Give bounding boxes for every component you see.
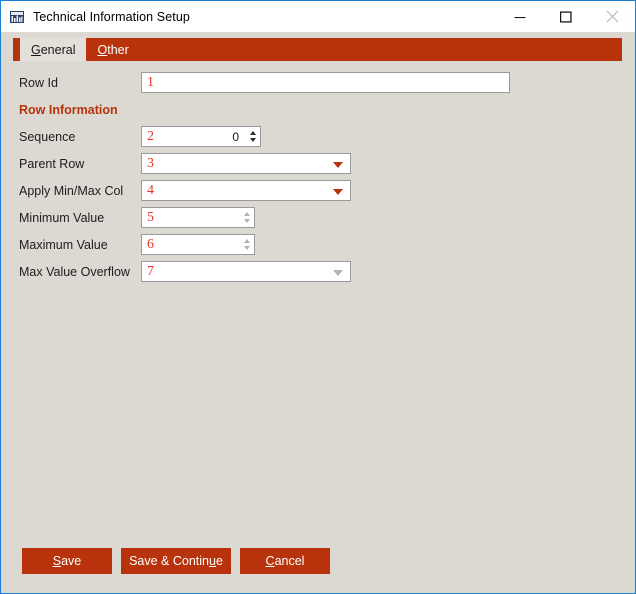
save-and-continue-button[interactable]: Save & Continue bbox=[121, 548, 231, 574]
stepper-down-icon bbox=[244, 219, 250, 223]
stepper-up-icon bbox=[244, 239, 250, 243]
maximize-icon bbox=[560, 11, 572, 23]
form-row-minimum-value: Minimum Value 5 bbox=[1, 205, 635, 230]
sequence-value: 0 bbox=[154, 130, 245, 144]
tab-strip: General Other bbox=[13, 38, 622, 61]
button-bar: Save Save & Continue Cancel bbox=[1, 548, 635, 593]
annotation-4: 4 bbox=[142, 184, 154, 198]
label-parent-row: Parent Row bbox=[1, 157, 141, 171]
window-controls bbox=[497, 1, 635, 32]
select-parent-row[interactable]: 3 bbox=[141, 153, 351, 174]
annotation-7: 7 bbox=[142, 265, 154, 279]
save-continue-post: e bbox=[216, 554, 223, 568]
annotation-5: 5 bbox=[142, 211, 154, 225]
title-bar: Technical Information Setup bbox=[1, 0, 635, 32]
close-button[interactable] bbox=[589, 1, 635, 32]
chevron-down-icon[interactable] bbox=[333, 189, 343, 195]
tab-general-accel: G bbox=[31, 43, 41, 57]
stepper-down-icon[interactable] bbox=[250, 138, 256, 142]
minimum-value-stepper bbox=[239, 208, 254, 227]
maximize-button[interactable] bbox=[543, 1, 589, 32]
tab-other-label: ther bbox=[107, 43, 129, 57]
annotation-1: 1 bbox=[142, 76, 154, 90]
label-max-value-overflow: Max Value Overflow bbox=[1, 265, 141, 279]
save-button[interactable]: Save bbox=[22, 548, 112, 574]
label-apply-min-max-col: Apply Min/Max Col bbox=[1, 184, 141, 198]
input-row-id[interactable]: 1 bbox=[141, 72, 510, 93]
form-row-parent-row: Parent Row 3 bbox=[1, 151, 635, 176]
section-heading-row-information: Row Information bbox=[1, 97, 635, 122]
save-accel: S bbox=[53, 554, 61, 568]
label-sequence: Sequence bbox=[1, 130, 141, 144]
window-title: Technical Information Setup bbox=[33, 10, 190, 24]
form-row-row-id: Row Id 1 bbox=[1, 70, 635, 95]
tab-other[interactable]: Other bbox=[86, 38, 139, 61]
select-apply-min-max-col[interactable]: 4 bbox=[141, 180, 351, 201]
stepper-down-icon bbox=[244, 246, 250, 250]
select-max-value-overflow: 7 bbox=[141, 261, 351, 282]
cancel-post: ancel bbox=[275, 554, 305, 568]
form-row-max-value-overflow: Max Value Overflow 7 bbox=[1, 259, 635, 284]
annotation-6: 6 bbox=[142, 238, 154, 252]
annotation-3: 3 bbox=[142, 157, 154, 171]
input-sequence[interactable]: 2 0 bbox=[141, 126, 261, 147]
tab-strip-container: General Other bbox=[1, 32, 635, 61]
save-continue-accel: u bbox=[209, 554, 216, 568]
stepper-up-icon[interactable] bbox=[250, 131, 256, 135]
label-row-id: Row Id bbox=[1, 76, 141, 90]
tab-general[interactable]: General bbox=[20, 38, 86, 61]
input-maximum-value[interactable]: 6 bbox=[141, 234, 255, 255]
label-minimum-value: Minimum Value bbox=[1, 211, 141, 225]
annotation-2: 2 bbox=[142, 130, 154, 144]
minimize-button[interactable] bbox=[497, 1, 543, 32]
minimize-icon bbox=[514, 11, 526, 23]
form-row-sequence: Sequence 2 0 bbox=[1, 124, 635, 149]
cancel-button[interactable]: Cancel bbox=[240, 548, 330, 574]
stepper-up-icon bbox=[244, 212, 250, 216]
save-post: ave bbox=[61, 554, 81, 568]
form-panel: Row Id 1 Row Information Sequence 2 0 bbox=[1, 61, 635, 548]
tab-other-accel: O bbox=[97, 43, 107, 57]
sequence-stepper[interactable] bbox=[245, 127, 260, 146]
chevron-down-icon[interactable] bbox=[333, 162, 343, 168]
form-row-maximum-value: Maximum Value 6 bbox=[1, 232, 635, 257]
label-maximum-value: Maximum Value bbox=[1, 238, 141, 252]
table-chart-icon bbox=[9, 9, 25, 25]
maximum-value-stepper bbox=[239, 235, 254, 254]
dialog-window: Technical Information Setup bbox=[0, 0, 636, 594]
cancel-accel: C bbox=[266, 554, 275, 568]
chevron-down-icon bbox=[333, 270, 343, 276]
close-icon bbox=[606, 10, 619, 23]
save-continue-pre: Save & Contin bbox=[129, 554, 209, 568]
tab-general-label: eneral bbox=[41, 43, 76, 57]
input-minimum-value[interactable]: 5 bbox=[141, 207, 255, 228]
form-row-apply-min-max-col: Apply Min/Max Col 4 bbox=[1, 178, 635, 203]
